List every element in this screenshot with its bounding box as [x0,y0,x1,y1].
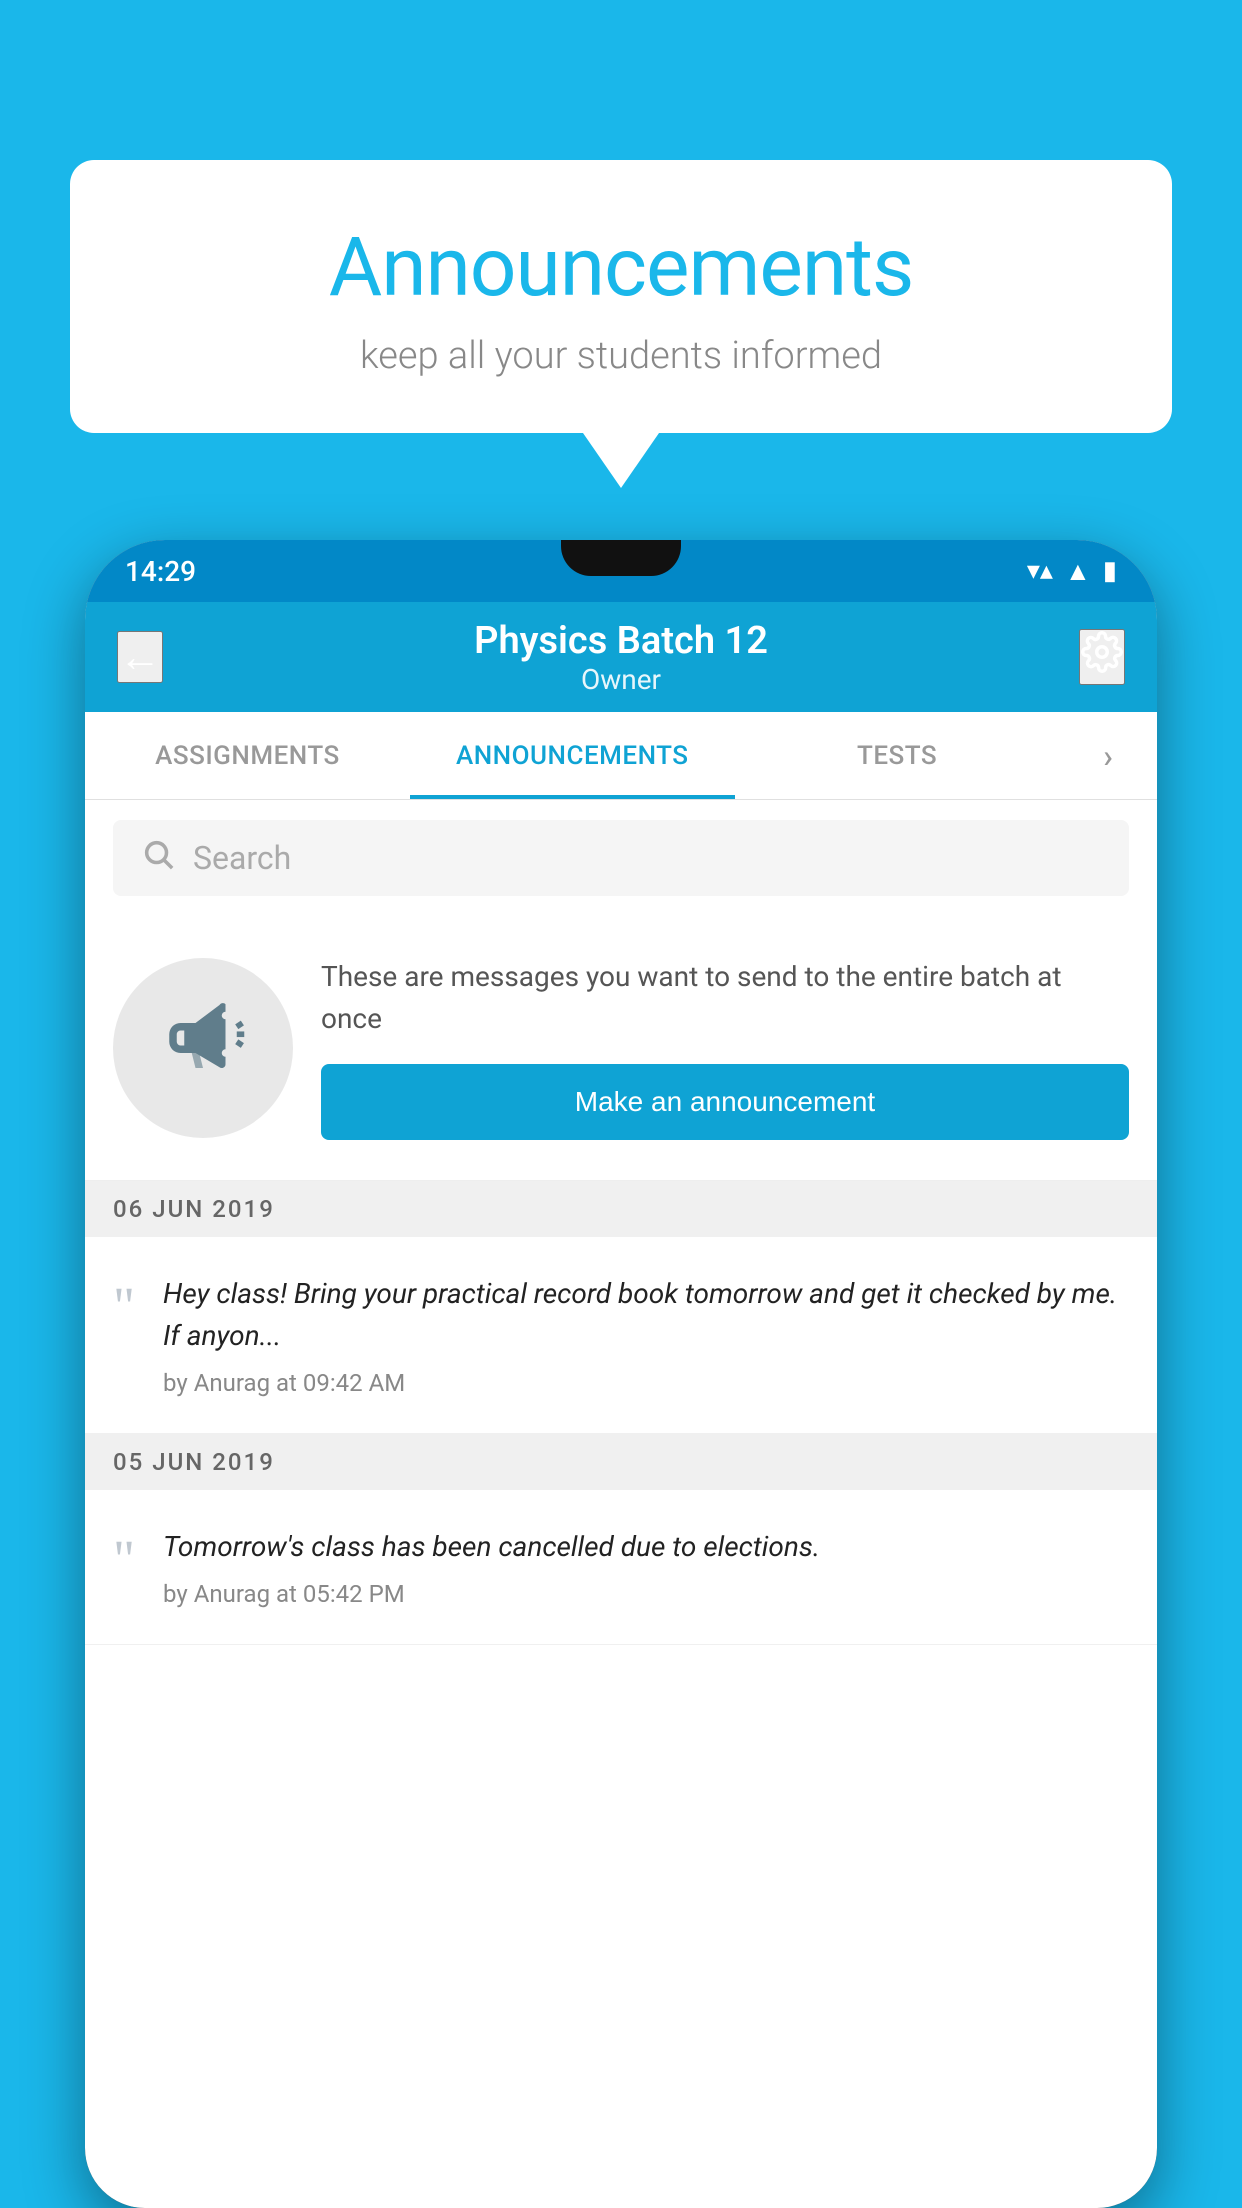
announcement-message-2: Tomorrow's class has been cancelled due … [163,1526,1129,1568]
search-placeholder: Search [193,839,291,877]
gear-icon [1081,631,1123,673]
announcement-meta-2: by Anurag at 05:42 PM [163,1580,1129,1608]
app-bar: ← Physics Batch 12 Owner [85,602,1157,712]
make-announcement-button[interactable]: Make an announcement [321,1064,1129,1140]
date-separator-1: 06 JUN 2019 [85,1181,1157,1237]
announcement-right: These are messages you want to send to t… [321,956,1129,1140]
wifi-icon: ▾▴ [1027,556,1053,586]
megaphone-circle [113,958,293,1138]
announcement-text-1: Hey class! Bring your practical record b… [163,1273,1129,1397]
tab-more[interactable]: › [1060,712,1157,799]
tab-announcements[interactable]: ANNOUNCEMENTS [410,712,735,799]
tab-tests[interactable]: TESTS [735,712,1060,799]
search-icon [141,837,175,880]
speech-bubble: Announcements keep all your students inf… [70,160,1172,433]
app-bar-subtitle: Owner [163,663,1079,696]
quote-icon-1: " [113,1279,135,1333]
date-separator-2: 05 JUN 2019 [85,1434,1157,1490]
status-bar: 14:29 ▾▴ ▲ ▮ [85,540,1157,602]
status-time: 14:29 [125,555,196,588]
tabs-bar: ASSIGNMENTS ANNOUNCEMENTS TESTS › [85,712,1157,800]
back-button[interactable]: ← [117,631,163,683]
quote-icon-2: " [113,1532,135,1586]
announcement-item-1: " Hey class! Bring your practical record… [85,1237,1157,1434]
notch [561,540,681,576]
settings-button[interactable] [1079,629,1125,685]
phone-mockup: 14:29 ▾▴ ▲ ▮ ← Physics Batch 12 Owner [85,540,1157,2208]
announcement-message-1: Hey class! Bring your practical record b… [163,1273,1129,1357]
app-bar-title: Physics Batch 12 [163,619,1079,663]
speech-bubble-subtitle: keep all your students informed [150,334,1092,378]
speech-bubble-title: Announcements [150,220,1092,316]
search-bar[interactable]: Search [113,820,1129,896]
phone-screen: 14:29 ▾▴ ▲ ▮ ← Physics Batch 12 Owner [85,540,1157,2208]
announcement-meta-1: by Anurag at 09:42 AM [163,1369,1129,1397]
app-bar-title-area: Physics Batch 12 Owner [163,619,1079,696]
battery-icon: ▮ [1103,556,1117,586]
tab-assignments[interactable]: ASSIGNMENTS [85,712,410,799]
announcement-text-2: Tomorrow's class has been cancelled due … [163,1526,1129,1608]
announcement-item-2: " Tomorrow's class has been cancelled du… [85,1490,1157,1645]
announcement-prompt: These are messages you want to send to t… [85,916,1157,1181]
status-icons: ▾▴ ▲ ▮ [1027,556,1117,587]
search-container: Search [85,800,1157,916]
signal-icon: ▲ [1065,556,1091,587]
megaphone-icon [158,993,248,1103]
speech-bubble-container: Announcements keep all your students inf… [70,160,1172,488]
speech-bubble-arrow [583,433,659,488]
announcement-description: These are messages you want to send to t… [321,956,1129,1040]
